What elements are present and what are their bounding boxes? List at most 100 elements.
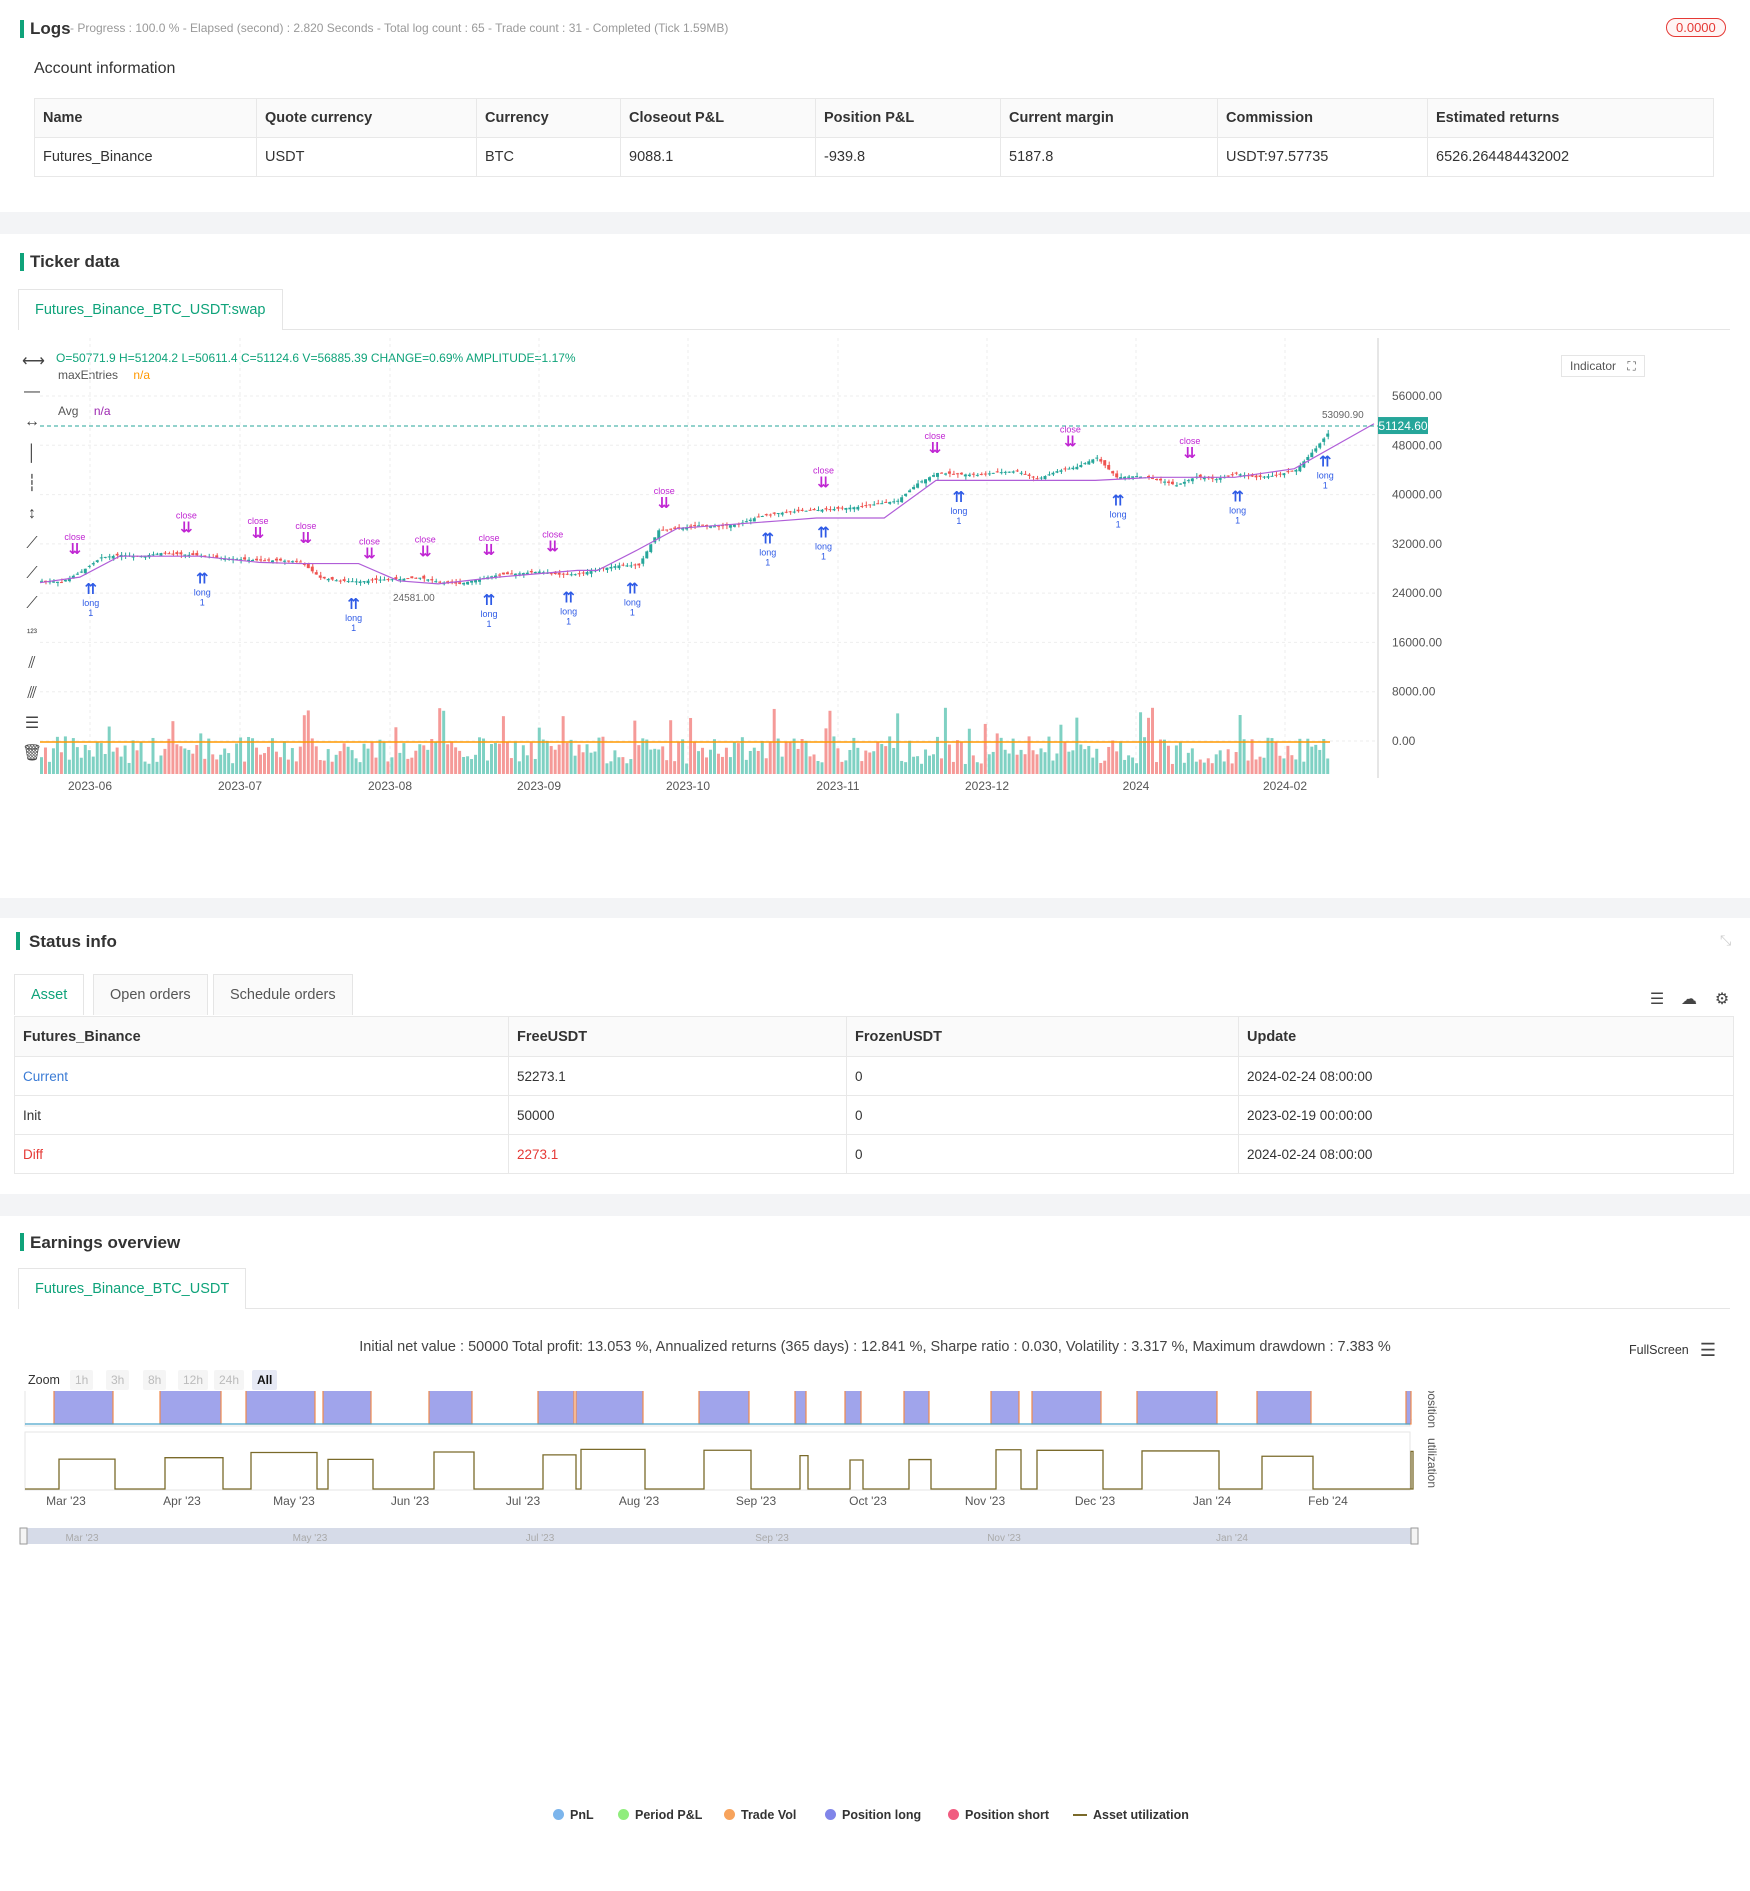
- legend-trade-vol[interactable]: Trade Vol: [724, 1808, 796, 1822]
- row-label-current[interactable]: Current: [14, 1056, 509, 1096]
- account-col: Name: [34, 98, 257, 138]
- volume-bar: [681, 739, 685, 774]
- zoom-8h-button[interactable]: 8h: [143, 1370, 167, 1390]
- volume-bar: [824, 728, 828, 774]
- legend-period-pnl[interactable]: Period P&L: [618, 1808, 702, 1822]
- volume-bar: [709, 749, 712, 774]
- candle-body: [932, 475, 935, 477]
- volume-bar: [1270, 738, 1274, 774]
- zoom-all-button[interactable]: All: [252, 1370, 278, 1390]
- gear-icon[interactable]: ⚙: [1712, 990, 1732, 1010]
- hamburger-icon[interactable]: ☰: [1698, 1340, 1718, 1360]
- volume-bar: [1258, 756, 1262, 774]
- logs-badge[interactable]: 0.0000: [1666, 18, 1726, 37]
- candle-body: [410, 576, 414, 579]
- legend-position-short-dot: [948, 1809, 959, 1820]
- zoom-3h-button[interactable]: 3h: [106, 1370, 130, 1390]
- volume-bar: [951, 761, 955, 774]
- candle-body: [159, 553, 163, 556]
- volume-bar: [314, 746, 318, 774]
- tab-schedule-orders[interactable]: Schedule orders: [213, 974, 353, 1015]
- legend-pnl-dot: [553, 1809, 564, 1820]
- legend-pnl[interactable]: PnL: [553, 1808, 594, 1822]
- long-marker-count: 1: [486, 619, 491, 629]
- zoom-1h-button[interactable]: 1h: [70, 1370, 94, 1390]
- long-marker-count: 1: [956, 516, 961, 526]
- volume-bar: [1218, 750, 1222, 774]
- candle-body: [406, 578, 410, 580]
- volume-bar: [999, 737, 1003, 774]
- position-long-block: [322, 1391, 372, 1425]
- tab-open-orders[interactable]: Open orders: [93, 974, 208, 1015]
- fullscreen-button[interactable]: FullScreen: [1629, 1343, 1689, 1357]
- volume-bar: [1298, 738, 1302, 774]
- candle-body: [916, 483, 920, 488]
- candle-body: [999, 472, 1003, 474]
- candle-body: [557, 572, 561, 575]
- candle-body: [1071, 467, 1075, 470]
- legend-position-short[interactable]: Position short: [948, 1808, 1049, 1822]
- candle-body: [987, 473, 991, 475]
- volume-bar: [67, 759, 71, 774]
- x-tick-label: 2024-02: [1263, 779, 1307, 793]
- candle-body: [844, 508, 848, 510]
- volume-bar: [716, 753, 720, 774]
- position-long-block: [575, 1391, 644, 1425]
- zoom-24h-button[interactable]: 24h: [214, 1370, 245, 1390]
- close-arrow-icon: ⇊: [69, 540, 82, 558]
- y-tick-label: 40000.00: [1392, 488, 1442, 502]
- volume-bar: [51, 748, 55, 774]
- candle-body: [904, 493, 908, 496]
- volume-bar: [263, 753, 266, 774]
- close-arrow-icon: ⇊: [1064, 433, 1077, 451]
- volume-bar: [211, 754, 215, 774]
- navigator-tick-label: May '23: [293, 1533, 328, 1544]
- candle-body: [382, 579, 386, 581]
- candle-body: [892, 501, 896, 503]
- candle-body: [788, 511, 792, 513]
- close-icon[interactable]: ⤡: [1720, 932, 1731, 949]
- y-tick-label: 32000.00: [1392, 537, 1442, 551]
- navigator-bar: [20, 1528, 1418, 1544]
- volume-bar: [537, 727, 541, 774]
- tab-asset[interactable]: Asset: [14, 974, 85, 1015]
- candle-body: [951, 473, 955, 475]
- volume-bar: [414, 750, 418, 774]
- volume-bar: [661, 746, 665, 774]
- candle-body: [263, 560, 266, 562]
- cloud-download-icon[interactable]: ☁: [1679, 990, 1699, 1010]
- tab-earnings-symbol[interactable]: Futures_Binance_BTC_USDT: [18, 1268, 247, 1309]
- ticker-chart[interactable]: 56000.00 48000.00 40000.00 32000.00 24000.00…: [0, 298, 1700, 898]
- zoom-12h-button[interactable]: 12h: [178, 1370, 209, 1390]
- candle-body: [693, 525, 697, 527]
- candle-body: [880, 503, 884, 505]
- menu-icon[interactable]: ☰: [1647, 990, 1667, 1010]
- candle-body: [661, 529, 665, 531]
- long-marker-count: 1: [200, 598, 205, 608]
- volume-bar: [274, 751, 278, 774]
- candle-body: [517, 573, 521, 575]
- candle-body: [243, 557, 247, 560]
- asset-cell: 0: [846, 1134, 1239, 1174]
- volume-bar: [474, 754, 478, 774]
- account-cell: 9088.1: [620, 137, 816, 177]
- volume-bar: [302, 715, 306, 774]
- close-arrow-icon: ⇊: [180, 519, 193, 537]
- candle-body: [1262, 476, 1266, 478]
- volume-bar: [1043, 752, 1047, 774]
- volume-bar: [848, 750, 852, 774]
- long-arrow-icon: ⇈: [1319, 453, 1332, 471]
- candle-body: [939, 472, 943, 474]
- volume-bar: [1158, 739, 1162, 774]
- account-cell: Futures_Binance: [34, 137, 257, 177]
- volume-bar: [326, 749, 330, 774]
- asset-cell: 0: [846, 1095, 1239, 1135]
- legend-asset-utilization[interactable]: Asset utilization: [1073, 1808, 1189, 1822]
- candle-body: [669, 528, 673, 530]
- legend-position-long[interactable]: Position long: [825, 1808, 921, 1822]
- candle-body: [1326, 433, 1330, 437]
- volume-bar: [346, 746, 350, 774]
- x-tick-label: Feb '24: [1308, 1494, 1348, 1508]
- volume-bar: [836, 748, 840, 774]
- candle-body: [83, 568, 87, 574]
